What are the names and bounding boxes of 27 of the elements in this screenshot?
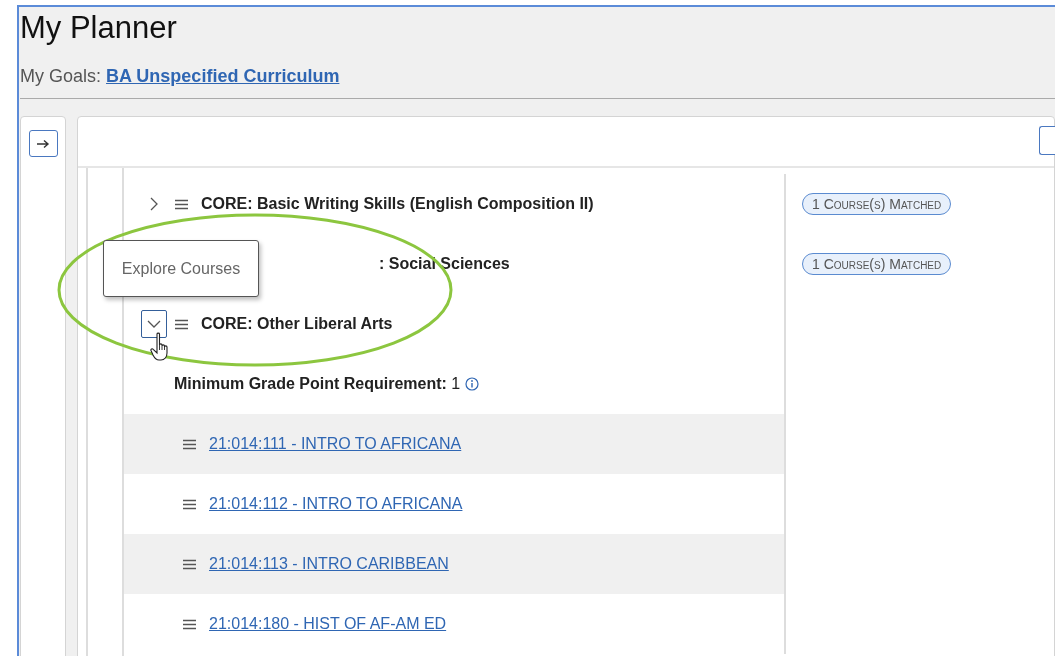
gpa-requirement-text: Minimum Grade Point Requirement: 1 (174, 374, 461, 394)
page-title: My Planner (20, 9, 178, 47)
menu-icon (183, 438, 196, 450)
requirement-title: CORE: Other Liberal Arts (201, 314, 393, 334)
requirement-title: CORE: Basic Writing Skills (English Composition II) (201, 194, 594, 214)
arrow-right-icon (36, 138, 50, 149)
menu-icon (183, 498, 196, 510)
menu-icon (175, 318, 188, 330)
course-link[interactable]: 21:014:180 - HIST OF AF-AM ED (209, 612, 447, 636)
chevron-down-icon (147, 320, 161, 328)
requirement-title: : Social Sciences (379, 254, 510, 274)
tooltip: Explore Courses (103, 240, 259, 297)
menu-icon (175, 198, 188, 210)
expand-panel-button[interactable] (28, 130, 58, 157)
goals-line: My Goals: BA Unspecified Curriculum (20, 65, 341, 87)
course-link[interactable]: 21:014:113 - INTRO CARIBBEAN (209, 552, 449, 576)
collapse-button[interactable] (141, 310, 167, 338)
matched-badge: 1 Course(s) Matched (802, 193, 952, 215)
goal-link[interactable]: BA Unspecified Curriculum (106, 66, 340, 86)
course-link[interactable]: 21:014:112 - INTRO TO AFRICANA (209, 492, 463, 516)
menu-icon (183, 558, 196, 570)
menu-icon (183, 618, 196, 630)
course-link[interactable]: 21:014:111 - INTRO TO AFRICANA (209, 432, 462, 456)
info-icon[interactable] (465, 377, 480, 391)
chevron-right-icon (150, 197, 158, 211)
header-button[interactable] (1039, 125, 1055, 155)
matched-badge: 1 Course(s) Matched (802, 253, 952, 275)
